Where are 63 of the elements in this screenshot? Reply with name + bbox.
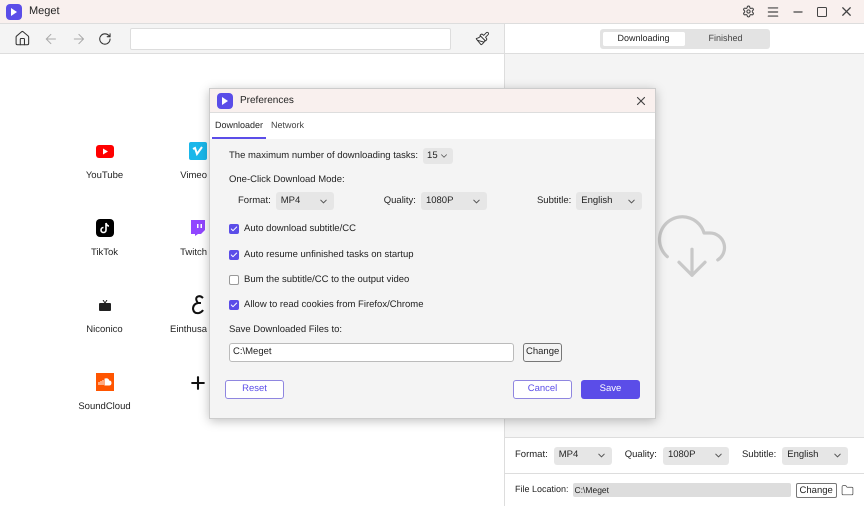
settings-icon[interactable] (742, 5, 755, 18)
checkbox[interactable] (229, 274, 239, 285)
checkbox[interactable] (229, 224, 239, 234)
option-label: Allow to read cookies from Firefox/Chrome (244, 298, 424, 312)
brush-icon[interactable] (475, 31, 490, 46)
select-label: Subtitle: (536, 194, 572, 208)
dropdown[interactable]: 1080P (420, 192, 487, 210)
dropdown[interactable]: English (576, 192, 642, 210)
change-button[interactable]: Change (523, 342, 562, 362)
save-location-label: Save Downloaded Files to: (229, 323, 344, 338)
save-button[interactable]: Save (581, 380, 640, 398)
select-label: Subtitle: (742, 448, 776, 462)
option-label: Bum the subtitle/CC to the output video (244, 272, 410, 287)
site-label[interactable]: TikTok (90, 246, 118, 260)
location-field[interactable]: C:\Meget (572, 483, 791, 497)
change-button[interactable]: Change (796, 482, 837, 498)
mode-label: One-Click Download Mode: (229, 173, 346, 187)
script-logo-icon (190, 295, 204, 316)
select-label: Format: (238, 194, 271, 208)
site-label[interactable]: Einthusa (170, 322, 207, 337)
max-tasks-dropdown[interactable]: 15 (423, 148, 454, 164)
select-label: Format: (515, 448, 548, 462)
window-title: Meget (29, 4, 60, 20)
v-logo-icon (188, 142, 206, 160)
note-logo-icon (96, 219, 114, 238)
dropdown[interactable]: 1080P (662, 446, 729, 464)
option-label: Auto resume unfinished tasks on startup (244, 248, 414, 262)
site-label[interactable]: Twitch (180, 246, 207, 260)
option-label: Auto download subtitle/CC (244, 222, 356, 236)
folder-icon[interactable] (840, 484, 854, 496)
cloud-logo-icon (96, 373, 114, 392)
dropdown[interactable]: English (782, 446, 848, 464)
app-logo-icon (6, 4, 22, 20)
reload-icon[interactable] (98, 32, 112, 46)
checkbox[interactable] (229, 300, 239, 310)
tab[interactable]: Downloader (212, 115, 266, 139)
save-path-field[interactable]: C:\Meget (229, 342, 514, 362)
cancel-button[interactable]: Cancel (513, 380, 572, 398)
play-logo-icon (96, 144, 114, 158)
site-label[interactable]: YouTube (86, 168, 124, 183)
tab[interactable]: Network (268, 115, 308, 139)
chat-logo-icon (188, 219, 206, 238)
dropdown[interactable]: MP4 (554, 446, 612, 464)
tab[interactable]: Finished (684, 32, 766, 46)
menu-icon[interactable] (766, 4, 780, 18)
close-icon[interactable] (839, 4, 854, 19)
maximize-icon[interactable] (816, 6, 828, 18)
dialog-title: Preferences (240, 94, 294, 108)
select-label: Quality: (384, 194, 416, 208)
tab[interactable]: Downloading (602, 32, 684, 46)
tv-logo-icon (98, 300, 110, 311)
location-label: File Location: (515, 483, 569, 496)
select-label: Quality: (624, 448, 657, 462)
reset-button[interactable]: Reset (225, 380, 284, 398)
site-label[interactable]: Niconico (86, 322, 123, 337)
site-label[interactable]: Vimeo (180, 168, 207, 183)
home-icon[interactable] (14, 30, 31, 47)
site-label[interactable]: SoundCloud (78, 400, 131, 414)
checkbox[interactable] (229, 250, 239, 260)
app-logo-icon (217, 92, 233, 108)
dropdown[interactable]: MP4 (276, 192, 334, 210)
max-tasks-label: The maximum number of downloading tasks: (229, 148, 418, 163)
address-field[interactable] (130, 28, 452, 50)
